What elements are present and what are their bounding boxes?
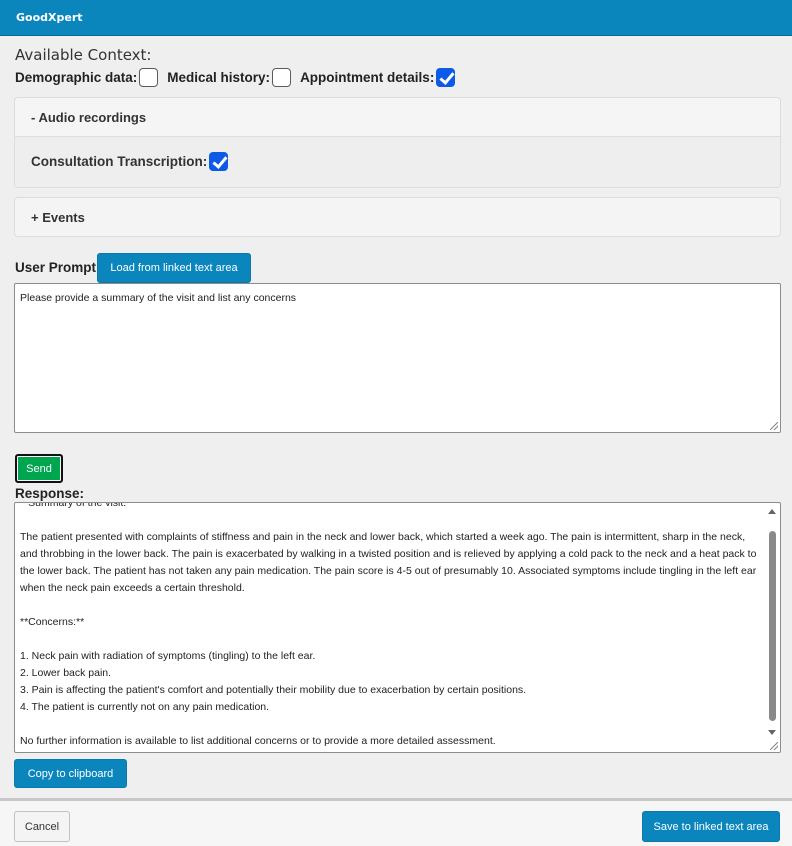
demographic-data-label: Demographic data: <box>15 69 138 85</box>
events-panel[interactable]: + Events <box>14 197 781 237</box>
response-text: **Summary of the visit:** The patient pr… <box>20 502 762 752</box>
medical-history-label: Medical history: <box>167 69 271 85</box>
response-line: 3. Pain is affecting the patient's comfo… <box>20 684 527 696</box>
response-line: **Concerns:** <box>20 616 85 628</box>
appointment-details-checkbox[interactable] <box>436 67 456 87</box>
audio-recordings-panel: - Audio recordings Consultation Transcri… <box>14 97 781 188</box>
user-prompt-label: User Prompt: <box>15 260 101 275</box>
response-output[interactable]: **Summary of the visit:** The patient pr… <box>14 502 781 753</box>
resize-grip-icon[interactable] <box>770 742 778 750</box>
response-line: The patient presented with complaints of… <box>20 531 757 594</box>
title-bar: GoodXpert <box>0 0 792 36</box>
audio-recordings-body: Consultation Transcription: <box>15 137 780 187</box>
appointment-details-label: Appointment details: <box>300 69 435 85</box>
load-from-linked-button[interactable]: Load from linked text area <box>97 253 251 283</box>
context-options: Demographic data: Medical history: Appoi… <box>15 66 456 88</box>
response-label: Response: <box>15 486 85 501</box>
demographic-data-checkbox[interactable] <box>139 67 159 87</box>
chevron-up-icon[interactable] <box>768 509 776 514</box>
response-scrollbar[interactable] <box>765 504 779 738</box>
response-line: No further information is available to l… <box>20 735 496 747</box>
medical-history-checkbox[interactable] <box>272 67 292 87</box>
scroll-thumb[interactable] <box>769 531 776 721</box>
consultation-transcription-checkbox[interactable] <box>209 152 229 171</box>
consultation-transcription-label: Consultation Transcription: <box>31 154 208 169</box>
copy-to-clipboard-button[interactable]: Copy to clipboard <box>14 759 127 788</box>
user-prompt-input[interactable]: Please provide a summary of the visit an… <box>14 283 781 433</box>
context-heading: Available Context: <box>15 46 152 64</box>
consultation-transcription-row: Consultation Transcription: <box>31 152 229 171</box>
send-button[interactable]: Send <box>15 454 63 483</box>
chevron-down-icon[interactable] <box>768 730 776 735</box>
save-to-linked-button[interactable]: Save to linked text area <box>642 811 780 842</box>
resize-grip-icon[interactable] <box>770 422 778 430</box>
cancel-button[interactable]: Cancel <box>14 811 70 842</box>
audio-recordings-header[interactable]: - Audio recordings <box>15 98 780 137</box>
response-line: 4. The patient is currently not on any p… <box>20 701 270 713</box>
response-line: 1. Neck pain with radiation of symptoms … <box>20 650 316 662</box>
app-title: GoodXpert <box>16 11 83 24</box>
response-line: **Summary of the visit:** <box>20 502 135 509</box>
response-line: 2. Lower back pain. <box>20 667 112 679</box>
user-prompt-value: Please provide a summary of the visit an… <box>20 292 297 304</box>
audio-recordings-title: - Audio recordings <box>31 110 147 125</box>
events-title: + Events <box>31 210 85 225</box>
